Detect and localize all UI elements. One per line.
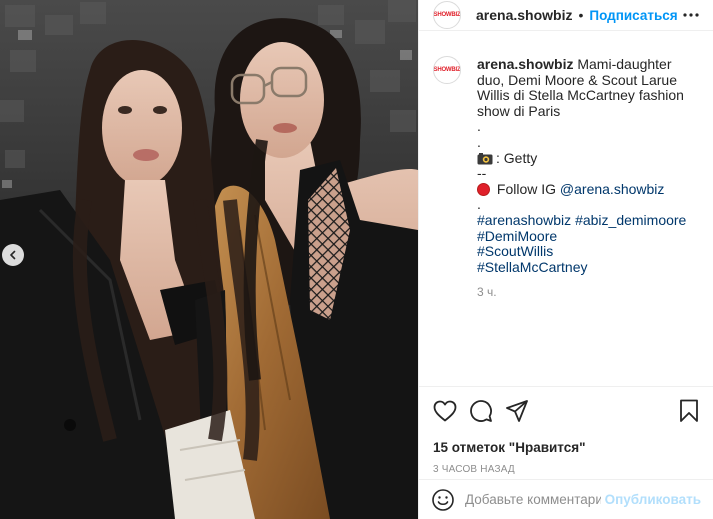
caption-avatar-logo-text: SHOWBIZ: [433, 67, 461, 73]
more-icon: [683, 13, 699, 17]
hashtag-line-1: #arenashowbiz #abiz_demimoore: [477, 212, 699, 229]
follow-button[interactable]: Подписаться: [589, 8, 677, 23]
camera-icon: [477, 152, 493, 165]
photo-image: [0, 0, 418, 519]
caption-dot-3: .: [477, 196, 481, 213]
post-photo[interactable]: [0, 0, 418, 519]
emoji-icon: [432, 488, 454, 511]
caption: SHOWBIZ arena.showbiz Mami-daughter duo,…: [433, 56, 699, 301]
caption-dot-2: .: [477, 133, 481, 150]
action-bar: [419, 387, 713, 435]
hashtag-line-2: #DemiMoore: [477, 228, 699, 245]
caption-text: arena.showbiz Mami-daughter duo, Demi Mo…: [477, 56, 699, 301]
publish-button[interactable]: Опубликовать: [605, 492, 701, 507]
bookmark-icon: [680, 399, 698, 422]
red-circle-icon: [477, 182, 490, 196]
chevron-left-icon: [10, 250, 16, 260]
comments-area: SHOWBIZ arena.showbiz Mami-daughter duo,…: [419, 31, 713, 387]
likes-count[interactable]: 15 отметок "Нравится": [419, 435, 713, 459]
avatar[interactable]: SHOWBIZ: [433, 1, 461, 29]
save-button[interactable]: [675, 397, 703, 425]
caption-body: arena.showbiz Mami-daughter duo, Demi Mo…: [477, 56, 699, 119]
hashtag-link[interactable]: #abiz_demimoore: [575, 212, 686, 228]
caption-dot-1: .: [477, 118, 481, 135]
caption-username[interactable]: arena.showbiz: [477, 56, 573, 72]
caption-timestamp[interactable]: 3 ч.: [477, 285, 699, 301]
caption-follow-prefix: Follow IG: [493, 180, 560, 197]
hashtag-link[interactable]: #arenashowbiz: [477, 212, 571, 228]
header-username[interactable]: arena.showbiz: [476, 7, 572, 23]
comment-input[interactable]: [465, 492, 601, 507]
hashtag-link[interactable]: #StellaMcCartney: [477, 259, 588, 275]
caption-credit-line: : Getty: [477, 149, 699, 167]
emoji-button[interactable]: [431, 488, 455, 512]
post-side-panel: SHOWBIZ arena.showbiz • Подписаться SHOW…: [418, 0, 713, 519]
hashtag-link[interactable]: #DemiMoore: [477, 228, 557, 244]
share-button[interactable]: [503, 397, 531, 425]
header-separator: •: [578, 7, 584, 23]
heart-icon: [433, 400, 457, 422]
add-comment-bar: Опубликовать: [419, 479, 713, 519]
carousel-prev-button[interactable]: [2, 244, 24, 266]
hashtag-line-4: #StellaMcCartney: [477, 259, 699, 276]
caption-credit: : Getty: [496, 149, 538, 166]
hashtag-link[interactable]: #ScoutWillis: [477, 243, 553, 259]
share-icon: [506, 400, 528, 422]
caption-mention-link[interactable]: @arena.showbiz: [560, 181, 665, 197]
hashtag-line-3: #ScoutWillis: [477, 243, 699, 260]
caption-dashes: --: [477, 165, 487, 182]
post-date[interactable]: 3 ЧАСОВ НАЗАД: [419, 459, 713, 479]
caption-avatar[interactable]: SHOWBIZ: [433, 56, 461, 84]
like-button[interactable]: [431, 397, 459, 425]
caption-follow-line: Follow IG @arena.showbiz: [477, 180, 699, 198]
instagram-post: SHOWBIZ arena.showbiz • Подписаться SHOW…: [0, 0, 713, 519]
post-header: SHOWBIZ arena.showbiz • Подписаться: [419, 0, 713, 31]
more-options-button[interactable]: [681, 5, 701, 25]
comment-icon: [470, 400, 492, 422]
avatar-logo-text: SHOWBIZ: [433, 12, 461, 18]
comment-button[interactable]: [467, 397, 495, 425]
